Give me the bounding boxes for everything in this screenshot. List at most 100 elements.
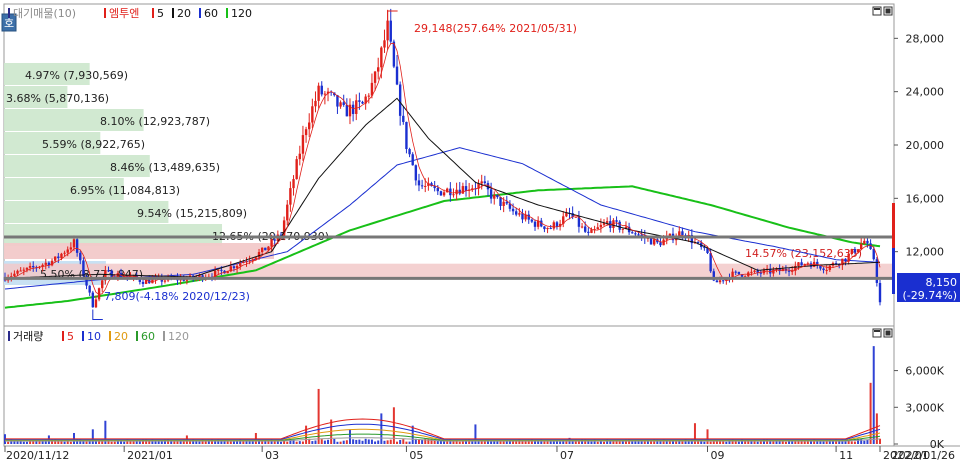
volume-bar bbox=[220, 441, 223, 444]
volume-bar bbox=[590, 441, 593, 444]
volume-bar bbox=[301, 441, 304, 444]
volume-profile-label: 14.57% (23,152,635) bbox=[745, 247, 862, 260]
volume-bar bbox=[609, 441, 612, 444]
volume-bar bbox=[311, 441, 314, 444]
volume-bar bbox=[396, 441, 399, 444]
volume-bar bbox=[352, 439, 355, 444]
volume-bar bbox=[327, 439, 330, 444]
ma-legend-marker bbox=[82, 331, 84, 341]
volume-bar bbox=[784, 441, 787, 444]
volume-bar bbox=[314, 440, 317, 444]
volume-bar bbox=[138, 441, 141, 444]
volume-bar bbox=[806, 441, 809, 444]
volume-bar bbox=[822, 441, 825, 444]
volume-bar bbox=[831, 441, 834, 444]
volume-bar bbox=[411, 425, 414, 444]
volume-bar bbox=[791, 441, 794, 444]
volume-bar bbox=[377, 440, 380, 444]
candle bbox=[878, 279, 882, 306]
volume-bar bbox=[361, 440, 364, 444]
volume-bar bbox=[370, 439, 373, 444]
candle bbox=[295, 155, 298, 180]
volume-bar bbox=[866, 439, 869, 444]
volume-profile-label: 9.54% (15,215,809) bbox=[137, 207, 247, 220]
volume-bar bbox=[603, 441, 606, 444]
current-price-badge: 8,150 (-29.74%) bbox=[897, 273, 960, 302]
price-panel-close-icon[interactable] bbox=[883, 6, 893, 16]
volume-bar bbox=[295, 441, 298, 444]
volume-bar bbox=[402, 439, 405, 444]
x-tick-label: 11 bbox=[839, 449, 853, 462]
x-end-date-label: 2022/01/26 bbox=[892, 449, 955, 462]
volume-bar bbox=[458, 441, 461, 444]
volume-bar bbox=[386, 440, 389, 444]
volume-bar bbox=[38, 441, 41, 444]
volume-bar bbox=[408, 441, 411, 444]
volume-profile-bar bbox=[4, 224, 223, 246]
price-tick-label: 20,000 bbox=[906, 139, 945, 152]
stock-chart-window: 호 4.97% (7,930,569) 3.68% (5,870,136) 8.10… bbox=[0, 0, 960, 463]
volume-bar bbox=[25, 441, 28, 444]
volume-bar bbox=[91, 429, 94, 444]
candle bbox=[264, 247, 267, 251]
ma-legend-label: 20 bbox=[177, 7, 191, 20]
volume-bar bbox=[279, 441, 282, 444]
price-panel-maximize-icon[interactable] bbox=[872, 6, 882, 16]
volume-bar bbox=[85, 441, 88, 444]
ma-legend-label: 20 bbox=[114, 330, 128, 343]
volume-tick-label: 3,000K bbox=[905, 401, 944, 414]
volume-bar bbox=[872, 346, 875, 444]
volume-bar bbox=[333, 438, 336, 444]
candle bbox=[405, 121, 408, 154]
volume-bar bbox=[123, 441, 126, 444]
low-annotation-text: 7,809(-4.18% 2020/12/23) bbox=[104, 290, 250, 303]
volume-bar bbox=[60, 441, 63, 444]
volume-title: 거래량 bbox=[13, 330, 43, 343]
legend-stock-name: 엠투엔 bbox=[109, 7, 139, 20]
volume-bar bbox=[32, 441, 35, 444]
volume-panel-maximize-icon[interactable] bbox=[872, 328, 882, 338]
volume-bar bbox=[596, 441, 599, 444]
ma-legend-label: 5 bbox=[157, 7, 164, 20]
volume-bar bbox=[336, 441, 339, 444]
legend-series-label: 대기매물(10) bbox=[13, 7, 76, 20]
volume-bar bbox=[229, 441, 232, 444]
volume-bar bbox=[264, 441, 267, 444]
volume-bar bbox=[380, 413, 383, 444]
volume-bar bbox=[781, 441, 784, 444]
volume-bar bbox=[358, 439, 361, 444]
volume-bar bbox=[367, 439, 370, 444]
volume-bar bbox=[436, 441, 439, 444]
x-tick-label: 2021/01 bbox=[127, 449, 173, 462]
price-tick-label: 16,000 bbox=[906, 192, 945, 205]
volume-bar bbox=[323, 440, 326, 444]
volume-bar bbox=[355, 439, 358, 444]
volume-bar bbox=[493, 441, 496, 444]
volume-panel-close-icon[interactable] bbox=[883, 328, 893, 338]
ma-legend-label: 120 bbox=[168, 330, 189, 343]
volume-bar bbox=[524, 441, 527, 444]
volume-bar bbox=[22, 441, 25, 444]
ma-legend-label: 60 bbox=[204, 7, 218, 20]
volume-bar bbox=[399, 439, 402, 444]
volume-tick-label: 6,000K bbox=[905, 365, 944, 378]
volume-bar bbox=[744, 441, 747, 444]
volume-profile-label: 4.97% (7,930,569) bbox=[25, 69, 128, 82]
volume-bar bbox=[214, 441, 217, 444]
price-tick-label: 28,000 bbox=[906, 32, 945, 45]
volume-bar bbox=[490, 441, 493, 444]
ma-legend-marker bbox=[62, 331, 64, 341]
volume-bar bbox=[110, 441, 113, 444]
volume-bar bbox=[345, 440, 348, 444]
ma-legend-label: 10 bbox=[87, 330, 101, 343]
volume-bar bbox=[339, 441, 342, 444]
volume-bar bbox=[69, 441, 72, 444]
x-tick-label: 03 bbox=[265, 449, 279, 462]
volume-profile-label: 8.10% (12,923,787) bbox=[100, 115, 210, 128]
volume-bar bbox=[737, 441, 740, 444]
volume-bar bbox=[756, 441, 759, 444]
candle bbox=[91, 290, 95, 308]
volume-bar bbox=[850, 441, 853, 444]
ma-legend-label: 60 bbox=[141, 330, 155, 343]
volume-bar bbox=[709, 441, 712, 444]
